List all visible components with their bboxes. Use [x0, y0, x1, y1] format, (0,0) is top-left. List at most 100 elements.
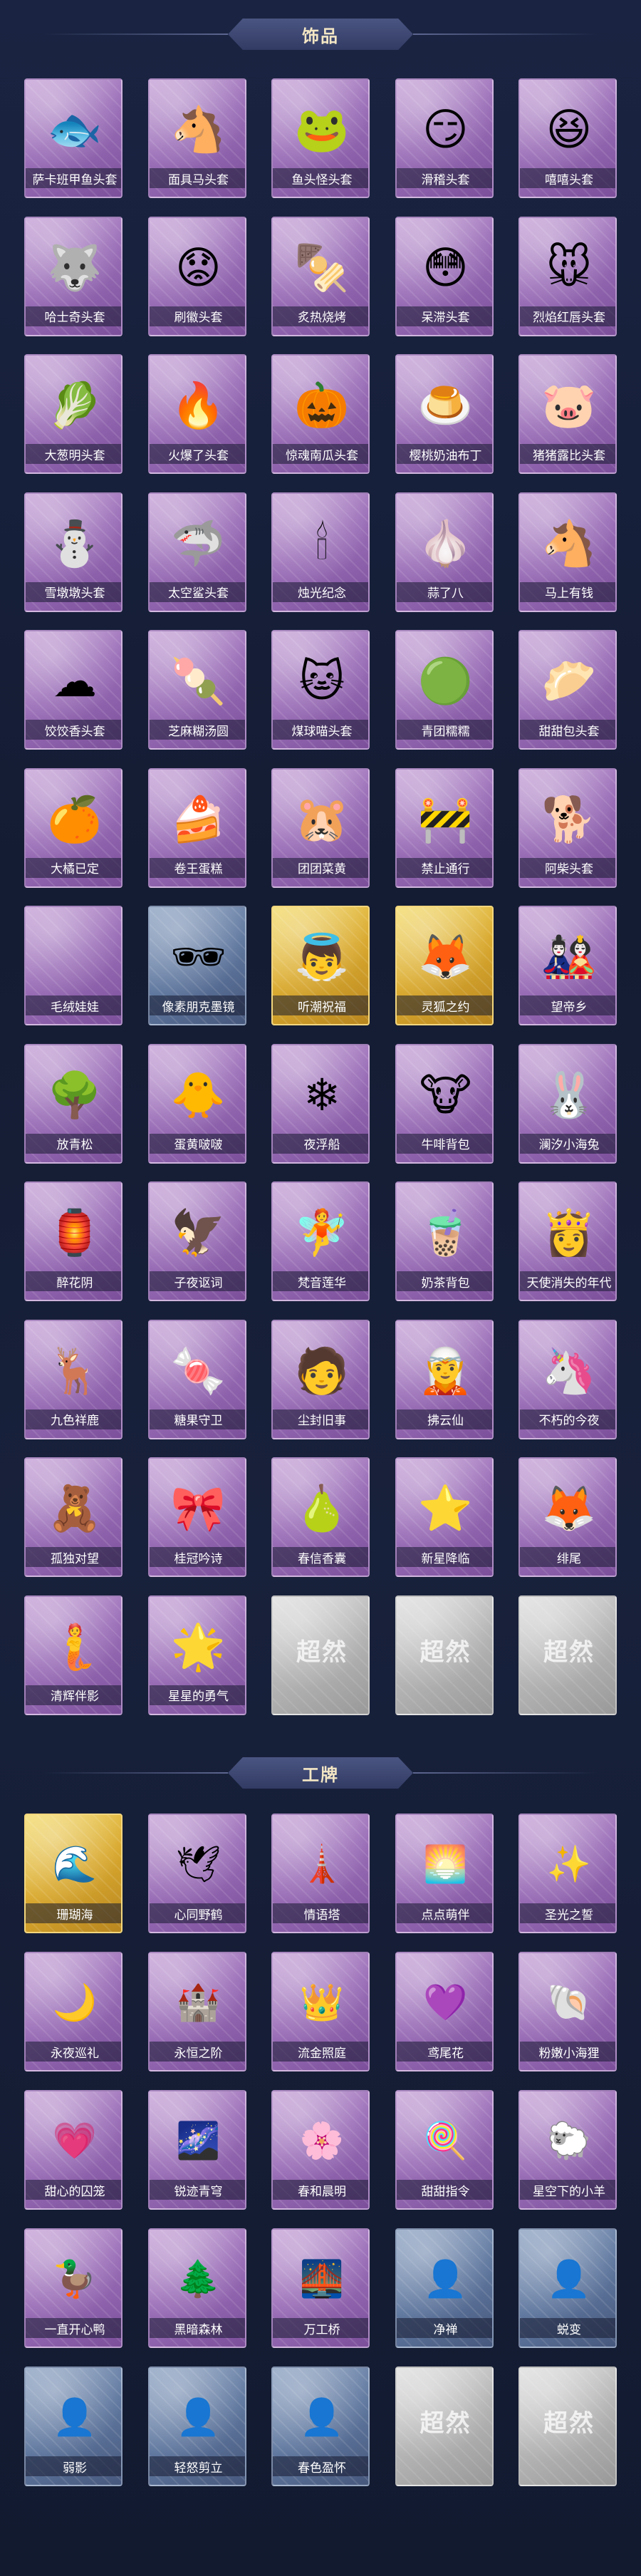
badge-item[interactable]: 👑 流金照庭 [271, 1952, 370, 2080]
item-card[interactable]: ☁ 饺饺香头套 [24, 630, 123, 750]
item-card[interactable]: 🐑 星空下的小羊 [518, 2090, 617, 2210]
item-card[interactable]: 🦄 不朽的今夜 [518, 1319, 617, 1439]
item-card[interactable]: 超然 [395, 1595, 494, 1715]
item-card[interactable]: 🚧 禁止通行 [395, 767, 494, 888]
item-card[interactable]: 🎎 望帝乡 [518, 906, 617, 1025]
item-card[interactable]: 😟 刷徽头套 [147, 216, 246, 336]
item-card[interactable]: 👼 听潮祝福 [271, 906, 370, 1025]
accessory-item[interactable]: 🐴 面具马头套 [147, 78, 246, 207]
accessory-item[interactable]: 🧸 孤独对望 [24, 1457, 123, 1586]
item-card[interactable]: 🌸 春和晨明 [271, 2090, 370, 2210]
item-card[interactable]: 👑 流金照庭 [271, 1952, 370, 2071]
accessory-item[interactable]: 🐷 猪猪露比头套 [518, 354, 617, 482]
item-card[interactable]: 🌉 万工桥 [271, 2228, 370, 2348]
accessory-item[interactable]: 🦄 不朽的今夜 [518, 1319, 617, 1448]
item-card[interactable]: 🐷 猪猪露比头套 [518, 354, 617, 474]
badge-item[interactable]: 💜 鸢尾花 [395, 1952, 494, 2080]
item-card[interactable]: 🐹 团团菜黄 [271, 767, 370, 888]
item-card[interactable]: 超然 [395, 2366, 494, 2486]
accessory-item[interactable]: 毛绒娃娃 [24, 906, 123, 1034]
accessory-item[interactable]: 🐰 澜汐小海兔 [518, 1043, 617, 1172]
item-card[interactable]: 🦅 子夜讴词 [147, 1181, 246, 1301]
badge-item[interactable]: 👤 净禅 [395, 2228, 494, 2357]
accessory-item[interactable]: 🧄 蒜了八 [395, 492, 494, 621]
item-card[interactable]: 🧜 清辉伴影 [24, 1595, 123, 1715]
item-card[interactable]: 🧚 梵音莲华 [271, 1181, 370, 1301]
item-card[interactable]: 🗼 情语塔 [271, 1814, 370, 1933]
accessory-item[interactable]: 🐮 牛啡背包 [395, 1043, 494, 1172]
item-card[interactable]: 👤 春色盈怀 [271, 2366, 370, 2486]
item-card[interactable]: 🐟 萨卡班甲鱼头套 [24, 78, 123, 198]
badge-item[interactable]: 超然 [518, 2366, 617, 2495]
badge-item[interactable]: 🐑 星空下的小羊 [518, 2090, 617, 2218]
item-card[interactable]: 🐰 澜汐小海兔 [518, 1043, 617, 1164]
accessory-item[interactable]: 🔥 火爆了头套 [147, 354, 246, 482]
badge-item[interactable]: 🌉 万工桥 [271, 2228, 370, 2357]
accessory-item[interactable]: 🦊 绯尾 [518, 1457, 617, 1586]
accessory-item[interactable]: 🎃 惊魂南瓜头套 [271, 354, 370, 482]
badge-item[interactable]: 超然 [395, 2366, 494, 2495]
badge-item[interactable]: 🌲 黑暗森林 [147, 2228, 246, 2357]
item-card[interactable]: 🏰 永恒之阶 [147, 1952, 246, 2071]
badge-item[interactable]: 🗼 情语塔 [271, 1814, 370, 1942]
item-card[interactable]: 👤 轻怒剪立 [147, 2366, 246, 2486]
accessory-item[interactable]: 🟢 青团糯糯 [395, 630, 494, 758]
badge-item[interactable]: 🐚 粉嫩小海狸 [518, 1952, 617, 2080]
accessory-item[interactable]: 🌟 星星的勇气 [147, 1595, 246, 1724]
accessory-item[interactable]: 🦊 灵狐之约 [395, 906, 494, 1034]
accessory-item[interactable]: 🐭 烈焰红唇头套 [518, 216, 617, 345]
item-card[interactable]: 🏮 醉花阴 [24, 1181, 123, 1301]
item-card[interactable]: 🧝 拂云仙 [395, 1319, 494, 1439]
accessory-item[interactable]: 🦌 九色祥鹿 [24, 1319, 123, 1448]
item-card[interactable]: 🍡 芝麻糊汤圆 [147, 630, 246, 750]
accessory-item[interactable]: 😆 嘻嘻头套 [518, 78, 617, 207]
item-card[interactable]: 🧋 奶茶背包 [395, 1181, 494, 1301]
item-card[interactable]: ⭐ 新星降临 [395, 1457, 494, 1577]
item-card[interactable]: 🥟 甜甜包头套 [518, 630, 617, 750]
item-card[interactable]: 🍢 炙热烧烤 [271, 216, 370, 336]
item-card[interactable]: 毛绒娃娃 [24, 906, 123, 1025]
accessory-item[interactable]: 🕯 烛光纪念 [271, 492, 370, 621]
item-card[interactable]: 超然 [518, 2366, 617, 2486]
item-card[interactable]: 🦈 太空鲨头套 [147, 492, 246, 612]
accessory-item[interactable]: ⭐ 新星降临 [395, 1457, 494, 1586]
accessory-item[interactable]: ❄ 夜浮船 [271, 1043, 370, 1172]
badge-item[interactable]: 💗 甜心的囚笼 [24, 2090, 123, 2218]
accessory-item[interactable]: 👸 天使消失的年代 [518, 1181, 617, 1310]
accessory-item[interactable]: 🐥 蛋黄啵啵 [147, 1043, 246, 1172]
accessory-item[interactable]: 🐱 煤球喵头套 [271, 630, 370, 758]
badge-item[interactable]: 👤 春色盈怀 [271, 2366, 370, 2495]
item-card[interactable]: 🕊 心同野鹤 [147, 1814, 246, 1933]
badge-item[interactable]: 🍭 甜甜指令 [395, 2090, 494, 2218]
item-card[interactable]: 🐭 烈焰红唇头套 [518, 216, 617, 336]
item-card[interactable]: 👤 弱影 [24, 2366, 123, 2486]
item-card[interactable]: 🍰 卷王蛋糕 [147, 767, 246, 888]
accessory-item[interactable]: 🐹 团团菜黄 [271, 767, 370, 896]
item-card[interactable]: 🕯 烛光纪念 [271, 492, 370, 612]
item-card[interactable]: 💗 甜心的囚笼 [24, 2090, 123, 2210]
item-card[interactable]: 🦊 绯尾 [518, 1457, 617, 1577]
accessory-item[interactable]: 🥬 大葱明头套 [24, 354, 123, 482]
item-card[interactable]: 🌊 珊瑚海 [24, 1814, 123, 1933]
item-card[interactable]: 🌲 黑暗森林 [147, 2228, 246, 2348]
item-card[interactable]: 🎀 桂冠吟诗 [147, 1457, 246, 1577]
accessory-item[interactable]: 超然 [271, 1595, 370, 1724]
accessory-item[interactable]: 🍮 樱桃奶油布丁 [395, 354, 494, 482]
accessory-item[interactable]: ☁ 饺饺香头套 [24, 630, 123, 758]
item-card[interactable]: 🟢 青团糯糯 [395, 630, 494, 750]
accessory-item[interactable]: 超然 [395, 1595, 494, 1724]
item-card[interactable]: 🌌 锐迹青穹 [147, 2090, 246, 2210]
item-card[interactable]: 🍬 糖果守卫 [147, 1319, 246, 1439]
badge-item[interactable]: 👤 蜕变 [518, 2228, 617, 2357]
item-card[interactable]: 🐸 鱼头怪头套 [271, 78, 370, 198]
item-card[interactable]: 🌟 星星的勇气 [147, 1595, 246, 1715]
item-card[interactable]: 🧸 孤独对望 [24, 1457, 123, 1577]
accessory-item[interactable]: 🏮 醉花阴 [24, 1181, 123, 1310]
item-card[interactable]: 🐚 粉嫩小海狸 [518, 1952, 617, 2071]
item-card[interactable]: 🐮 牛啡背包 [395, 1043, 494, 1164]
item-card[interactable]: ✨ 圣光之誓 [518, 1814, 617, 1933]
accessory-item[interactable]: 🧋 奶茶背包 [395, 1181, 494, 1310]
badge-item[interactable]: 🏰 永恒之阶 [147, 1952, 246, 2080]
item-card[interactable]: 🥬 大葱明头套 [24, 354, 123, 474]
item-card[interactable]: 🔥 火爆了头套 [147, 354, 246, 474]
